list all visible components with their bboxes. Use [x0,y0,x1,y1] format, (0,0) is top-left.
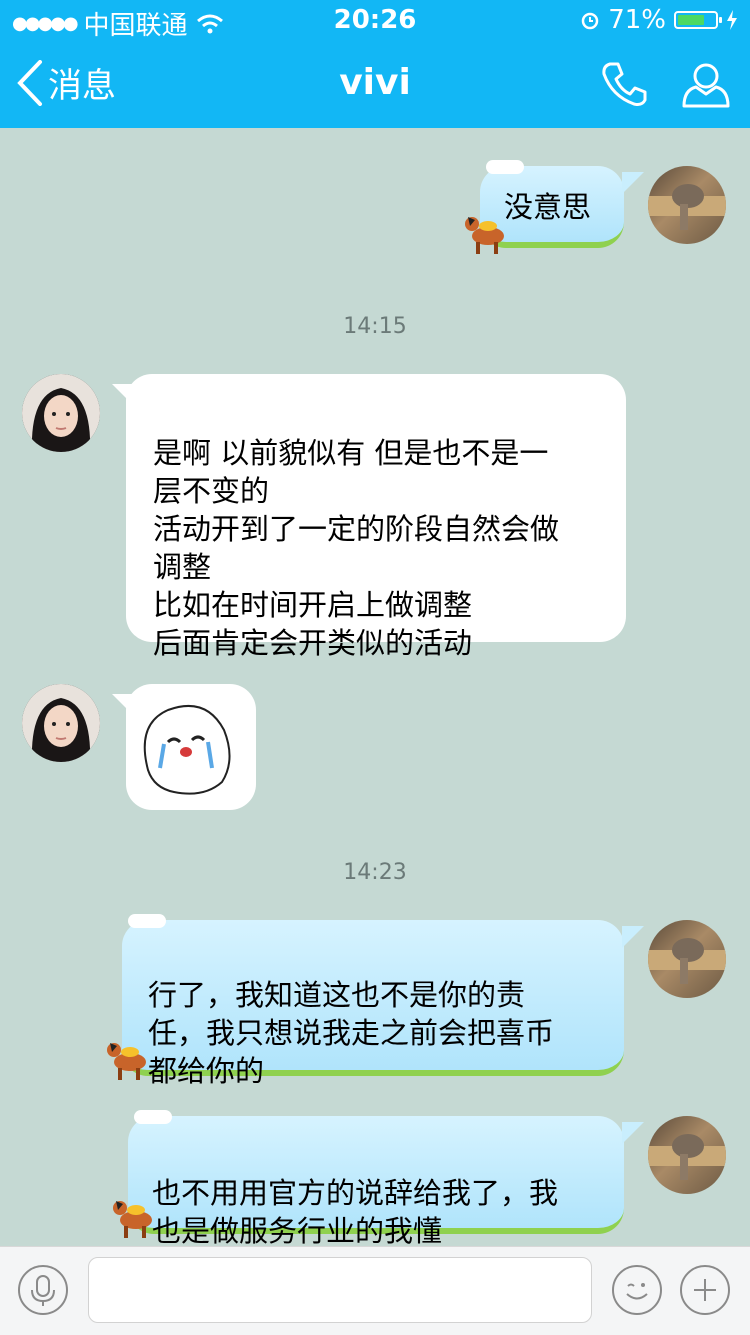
bubble-tail [622,926,644,948]
contact-avatar[interactable] [22,374,100,452]
timestamp: 14:23 [343,860,407,885]
message-text: 行了，我知道这也不是你的责 任，我只想说我走之前会把喜币 都给你的 [148,978,555,1088]
message-text: 也不用用官方的说辞给我了，我 也是做服务行业的我懂 [152,1176,559,1246]
contact-avatar[interactable] [22,684,100,762]
charging-icon [727,10,737,30]
my-avatar[interactable] [648,166,726,244]
status-bar: ●●●●● 中国联通 20:26 71% [0,0,750,41]
horse-pendant-icon [113,1201,152,1238]
profile-icon[interactable] [680,58,732,110]
message-list[interactable]: 没意思 14:15 是啊 以前貌似有 但是也不是一 层不变的 活动开到了一定的阶… [0,128,750,1246]
emoji-icon [626,1283,648,1300]
status-right: 71% [580,5,738,35]
input-bar [0,1246,750,1335]
plus-icon [694,1279,716,1301]
battery-icon [674,11,722,29]
message-bubble-outgoing[interactable]: 也不用用官方的说辞给我了，我 也是做服务行业的我懂 [128,1116,624,1246]
message-bubble-outgoing[interactable]: 行了，我知道这也不是你的责 任，我只想说我走之前会把喜币 都给你的 [122,920,624,1088]
my-avatar[interactable] [648,1116,726,1194]
cloud-decoration [486,160,524,174]
crying-face-sticker [143,705,231,795]
sticker-bubble[interactable] [126,684,256,810]
message-input[interactable] [88,1257,592,1323]
phone-icon[interactable] [598,58,650,110]
cloud-decoration [134,1110,172,1124]
alarm-icon [581,12,599,30]
nav-bar: 消息 vivi [0,40,750,128]
emoji-button[interactable] [612,1265,662,1315]
bubble-tail [622,1122,644,1144]
more-button[interactable] [680,1265,730,1315]
microphone-icon [31,1275,55,1306]
message-text: 是啊 以前貌似有 但是也不是一 层不变的 活动开到了一定的阶段自然会做 调整 比… [153,436,560,660]
horse-pendant-icon [107,1043,146,1080]
battery-percent: 71% [608,5,666,35]
voice-button[interactable] [18,1265,68,1315]
bubble-tail [622,172,644,194]
cloud-decoration [128,914,166,928]
message-bubble-incoming[interactable]: 是啊 以前貌似有 但是也不是一 层不变的 活动开到了一定的阶段自然会做 调整 比… [126,374,626,660]
my-avatar[interactable] [648,920,726,998]
timestamp: 14:15 [343,314,407,339]
horse-pendant-icon [465,217,504,254]
message-text: 没意思 [504,190,592,224]
